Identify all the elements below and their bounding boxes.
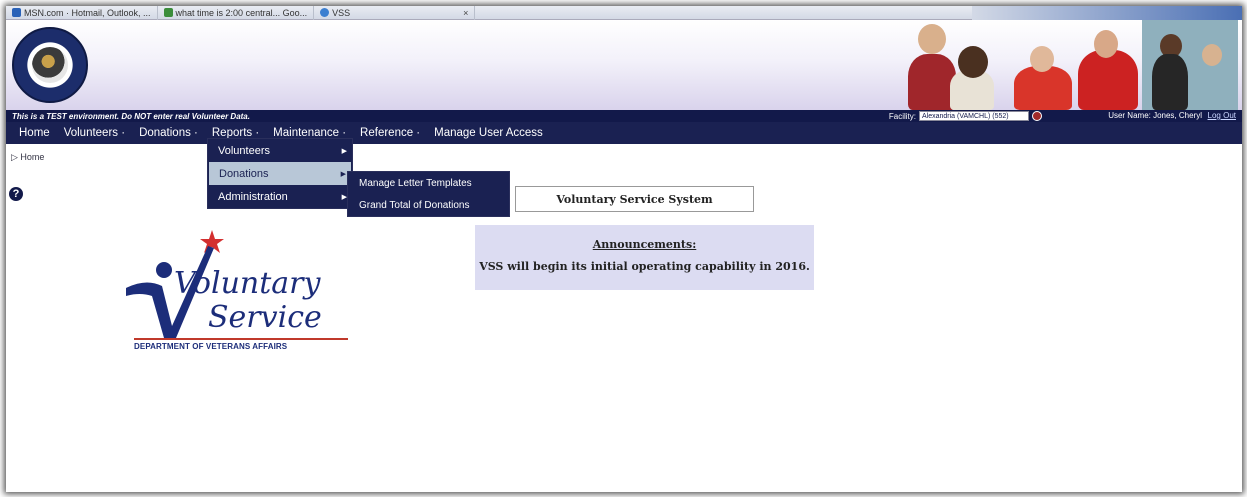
logo-subtitle: DEPARTMENT OF VETERANS AFFAIRS bbox=[134, 342, 288, 351]
volunteer-photo-3 bbox=[1014, 66, 1072, 110]
page-title: Voluntary Service System bbox=[515, 186, 754, 212]
va-seal-logo bbox=[12, 27, 88, 103]
browser-tab-vss[interactable]: VSS × bbox=[314, 6, 476, 20]
nav-reference[interactable]: Reference · bbox=[353, 127, 427, 139]
msn-icon bbox=[12, 8, 21, 17]
user-name: User Name: Jones, Cheryl bbox=[1108, 111, 1202, 120]
announcements-panel: Announcements: VSS will begin its initia… bbox=[475, 225, 814, 290]
nav-volunteers[interactable]: Volunteers · bbox=[57, 127, 132, 139]
menu-item-label: Volunteers bbox=[218, 144, 270, 157]
volunteer-head-4 bbox=[1094, 30, 1118, 58]
logout-link[interactable]: Log Out bbox=[1208, 111, 1236, 120]
reports-dropdown-menu: Volunteers ▶ Donations ▶ Administration … bbox=[207, 138, 353, 209]
volunteer-head-1 bbox=[918, 24, 946, 54]
browser-tab-msn[interactable]: MSN.com · Hotmail, Outlook, ... bbox=[6, 6, 158, 20]
environment-info-bar: This is a TEST environment. Do NOT enter… bbox=[6, 110, 1242, 122]
eagle-icon bbox=[32, 47, 68, 83]
menu-item-label: Donations bbox=[219, 167, 269, 180]
chevron-right-icon: ▶ bbox=[341, 147, 347, 155]
announcement-text: VSS will begin its initial operating cap… bbox=[479, 260, 810, 273]
volunteer-head-6 bbox=[1202, 44, 1222, 66]
facility-label: Facility: bbox=[888, 111, 916, 121]
volunteer-photo-collage bbox=[902, 20, 1242, 110]
ie-icon bbox=[320, 8, 330, 17]
breadcrumb[interactable]: ▷ Home bbox=[11, 152, 44, 163]
menu-item-grand-total-of-donations[interactable]: Grand Total of Donations bbox=[348, 194, 509, 216]
menu-item-volunteers[interactable]: Volunteers ▶ bbox=[208, 139, 352, 162]
volunteer-body-5 bbox=[1152, 54, 1188, 110]
nav-manage-user-access[interactable]: Manage User Access bbox=[427, 127, 550, 139]
chevron-right-icon: ▶ bbox=[340, 170, 346, 178]
logo-divider bbox=[134, 338, 348, 340]
nav-home[interactable]: Home bbox=[12, 127, 57, 139]
menu-item-donations[interactable]: Donations ▶ bbox=[209, 162, 351, 185]
volunteer-head-2 bbox=[958, 46, 988, 78]
logo-line-1: Voluntary bbox=[174, 266, 321, 301]
nav-donations[interactable]: Donations · bbox=[132, 127, 205, 139]
test-environment-warning: This is a TEST environment. Do NOT enter… bbox=[12, 111, 250, 121]
volunteer-head-3 bbox=[1030, 46, 1054, 72]
announcements-heading: Announcements: bbox=[592, 238, 697, 251]
logo-line-2: Service bbox=[208, 300, 322, 335]
menu-item-label: Administration bbox=[218, 190, 288, 203]
google-icon bbox=[163, 8, 173, 17]
main-nav: Home Volunteers · Donations · Reports · … bbox=[6, 122, 1242, 144]
title-bar-band bbox=[972, 6, 1242, 20]
site-banner bbox=[6, 20, 1242, 110]
browser-tab-strip: MSN.com · Hotmail, Outlook, ... what tim… bbox=[6, 6, 1242, 20]
menu-item-manage-letter-templates[interactable]: Manage Letter Templates bbox=[348, 172, 509, 194]
browser-tab-google[interactable]: what time is 2:00 central... Goo... bbox=[158, 6, 315, 20]
facility-select[interactable]: Alexandria (VAMCHL) (552) bbox=[919, 111, 1029, 121]
facility-selector: Facility: Alexandria (VAMCHL) (552) bbox=[889, 111, 1042, 121]
help-icon[interactable]: ? bbox=[9, 187, 23, 201]
donations-submenu: Manage Letter Templates Grand Total of D… bbox=[347, 171, 510, 217]
browser-window: MSN.com · Hotmail, Outlook, ... what tim… bbox=[6, 6, 1242, 492]
voluntary-service-logo: Voluntary Service DEPARTMENT OF VETERANS… bbox=[116, 226, 356, 356]
facility-change-button[interactable] bbox=[1032, 111, 1042, 121]
menu-item-administration[interactable]: Administration ▶ bbox=[208, 185, 352, 208]
volunteer-photo-1 bbox=[908, 54, 956, 110]
close-tab-icon[interactable]: × bbox=[463, 8, 468, 18]
volunteer-photo-4 bbox=[1078, 50, 1138, 110]
